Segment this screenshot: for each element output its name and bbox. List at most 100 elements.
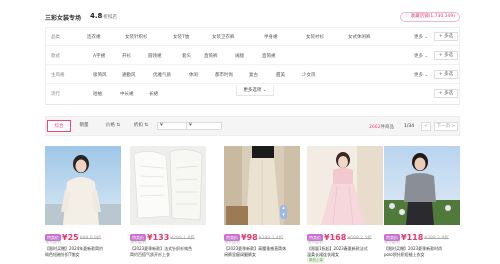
product-title[interactable]: 闲裤显瘦阔腿裤女 bbox=[224, 252, 256, 258]
filter-option[interactable]: 短袖 bbox=[93, 91, 102, 97]
next-page-button[interactable]: 下一页 > bbox=[434, 122, 458, 131]
sort-tab-sales[interactable]: 销量 bbox=[76, 120, 92, 132]
result-count: 2662件商品 bbox=[369, 125, 394, 130]
score-label: 折扣店 bbox=[103, 15, 117, 20]
filter-option[interactable]: 休闲 bbox=[189, 72, 198, 78]
product-title[interactable]: polo领针织短袖上衣女 bbox=[384, 252, 425, 258]
sort-tab-comprehensive[interactable]: 综合 bbox=[47, 120, 71, 132]
price-row: 特卖价 ¥118¥399 2.9折 bbox=[384, 227, 460, 242]
product-image[interactable] bbox=[384, 146, 460, 225]
filter-option[interactable]: 阔腿 bbox=[235, 53, 244, 59]
shop-header: 三彩女装专场 4.8折扣店 ♡ 收藏店铺(1,730,349) bbox=[40, 11, 462, 27]
sale-price: ¥98 bbox=[241, 233, 258, 242]
heart-icon: ♡ bbox=[404, 14, 409, 19]
filter-options: 连衣裙 女装针织衫 女装T恤 女装卫衣裤 半身裙 女装衬衫 女式休闲裤 bbox=[87, 34, 407, 42]
original-price: ¥399 2.4折 bbox=[258, 235, 284, 241]
filter-option[interactable]: 都市时尚 bbox=[215, 72, 233, 78]
sort-bar: 综合 销量 价格 ⇅ 折扣 ⇅ ¥ ¥ 2662件商品 1/34 < 下一页 > bbox=[45, 116, 460, 136]
filter-more-button[interactable]: 更多 ⌄ bbox=[414, 53, 428, 59]
filter-option[interactable]: 复古 bbox=[249, 72, 258, 78]
filter-option[interactable]: 甜美 bbox=[276, 72, 285, 78]
sort-tab-discount[interactable]: 折扣 ⇅ bbox=[129, 120, 153, 132]
result-count-number: 2662 bbox=[369, 125, 381, 130]
filter-option[interactable]: 中长裙 bbox=[120, 91, 134, 97]
product-card[interactable]: 特卖价 ¥118¥399 2.9折 领卡返利 【限时买赠】2023夏季新款时尚 p… bbox=[384, 146, 460, 262]
filter-multi-button[interactable]: + 多选 bbox=[434, 51, 458, 60]
filter-option[interactable]: 直筒裤 bbox=[204, 53, 218, 59]
filter-label: 主风格 bbox=[51, 73, 65, 78]
filter-option[interactable]: 半身裙 bbox=[264, 34, 278, 40]
original-price: ¥699 2.5折 bbox=[347, 235, 372, 241]
product-title[interactable]: 简约百搭气质开衫上衣 bbox=[130, 252, 170, 258]
filter-more-button[interactable]: 更多 ⌄ bbox=[414, 34, 428, 40]
filter-option[interactable]: 女装T恤 bbox=[173, 34, 189, 40]
score-value: 4.8 bbox=[90, 12, 103, 20]
promo-text: 领卡返利 bbox=[307, 239, 323, 244]
filter-option[interactable]: 女装针织衫 bbox=[125, 34, 148, 40]
price-max-input[interactable]: ¥ bbox=[186, 122, 222, 130]
original-price: ¥299 1.8折 bbox=[170, 235, 195, 241]
scroll-arrow-icon[interactable]: ▴ ▾ bbox=[280, 205, 287, 219]
filter-multi-button[interactable]: + 多选 bbox=[434, 70, 458, 79]
filter-option[interactable]: 少女风 bbox=[302, 72, 316, 78]
filter-option[interactable]: 优雅气质 bbox=[153, 72, 171, 78]
favorite-shop-button[interactable]: ♡ 收藏店铺(1,730,349) bbox=[399, 12, 460, 22]
promo-text: 领卡返利 bbox=[130, 239, 146, 244]
filter-option[interactable]: 长裙 bbox=[149, 91, 158, 97]
filter-option[interactable]: 极简风 bbox=[93, 72, 107, 78]
product-grid: 特卖价 ¥25¥99 0.9折 领卡返利 【限时买赠】2024年夏新款简约 纯色短… bbox=[45, 146, 460, 264]
filter-option[interactable]: 通勤风 bbox=[122, 72, 136, 78]
filter-row-main-style: 主风格 极简风 通勤风 优雅气质 休闲 都市时尚 复古 甜美 少女风 更多 ⌄ … bbox=[46, 66, 459, 84]
prev-page-button[interactable]: < bbox=[421, 122, 431, 131]
page-indicator: 1/34 bbox=[404, 124, 415, 129]
sale-price: ¥168 bbox=[324, 233, 347, 242]
filter-option[interactable]: 连衣裙 bbox=[87, 34, 101, 40]
favorite-label: 收藏店铺(1,730,349) bbox=[410, 14, 455, 19]
product-card[interactable]: 特卖价 ¥98¥399 2.4折 领卡返利 【2023夏季新款】高腰垂感直筒休 闲… bbox=[224, 146, 300, 262]
filter-multi-button[interactable]: + 多选 bbox=[434, 32, 458, 41]
filter-label: 流行 bbox=[51, 92, 60, 97]
product-image[interactable] bbox=[307, 146, 383, 225]
filter-row-category: 品类 连衣裙 女装针织衫 女装T恤 女装卫衣裤 半身裙 女装衬衫 女式休闲裤 更… bbox=[46, 28, 459, 46]
product-image[interactable] bbox=[224, 146, 300, 225]
filter-row-style: 款式 A字裙 开衫 圆领裙 套头 直筒裤 阔腿 直筒裙 更多 ⌄ + 多选 bbox=[46, 47, 459, 65]
filter-label: 款式 bbox=[51, 54, 60, 59]
filter-option[interactable]: 女装衬衫 bbox=[306, 34, 324, 40]
price-row: 特卖价 ¥133¥299 1.8折 bbox=[130, 227, 206, 242]
price-row: 特卖价 ¥98¥399 2.4折 bbox=[224, 227, 300, 242]
filter-option[interactable]: 套头 bbox=[182, 53, 191, 59]
product-title[interactable]: 纯色短袖针织T恤女 bbox=[45, 252, 79, 258]
sort-tab-price[interactable]: 价格 ⇅ bbox=[101, 120, 125, 132]
sale-price: ¥118 bbox=[401, 233, 424, 242]
filter-option[interactable]: 圆领裙 bbox=[148, 53, 162, 59]
product-image[interactable] bbox=[130, 146, 206, 225]
more-options-button[interactable]: 更多选项 ⌄ bbox=[236, 86, 274, 96]
shop-name[interactable]: 三彩女装专场 bbox=[45, 13, 81, 22]
price-row: 特卖价 ¥168¥699 2.5折 bbox=[307, 227, 383, 242]
page: 三彩女装专场 4.8折扣店 ♡ 收藏店铺(1,730,349) 品类 连衣裙 女装… bbox=[40, 8, 462, 264]
original-price: ¥99 0.9折 bbox=[79, 235, 102, 241]
filter-multi-button[interactable]: + 多选 bbox=[434, 89, 458, 98]
filter-label: 品类 bbox=[51, 35, 60, 40]
price-row: 特卖价 ¥25¥99 0.9折 bbox=[45, 227, 121, 242]
product-card[interactable]: 特卖价 ¥168¥699 2.5折 领卡返利 【限量1折起】2023春夏新款法式 … bbox=[307, 146, 383, 263]
filter-option[interactable]: 女装卫衣裤 bbox=[212, 34, 235, 40]
filter-options: A字裙 开衫 圆领裙 套头 直筒裤 阔腿 直筒裙 bbox=[87, 53, 407, 61]
filter-more-button[interactable]: 更多 ⌄ bbox=[414, 72, 428, 78]
filter-option[interactable]: 女式休闲裤 bbox=[348, 34, 371, 40]
filter-option[interactable]: 开衫 bbox=[122, 53, 131, 59]
original-price: ¥399 2.9折 bbox=[424, 235, 449, 241]
promo-text: 领卡返利 bbox=[45, 239, 61, 244]
promo-text: 领卡返利 bbox=[224, 239, 240, 244]
sale-price: ¥133 bbox=[147, 233, 170, 242]
new-arrival-badge: 新品上架 bbox=[307, 257, 325, 263]
product-card[interactable]: 特卖价 ¥133¥299 1.8折 领卡返利 【2023夏季新款】法式针织衫纯色 … bbox=[130, 146, 206, 262]
sale-price: ¥25 bbox=[62, 233, 79, 242]
shop-score: 4.8折扣店 bbox=[90, 12, 117, 20]
filter-option[interactable]: 直筒裙 bbox=[262, 53, 276, 59]
filter-options: 极简风 通勤风 优雅气质 休闲 都市时尚 复古 甜美 少女风 bbox=[87, 72, 407, 80]
product-image[interactable] bbox=[45, 146, 121, 225]
filter-option[interactable]: A字裙 bbox=[93, 53, 105, 59]
product-card[interactable]: 特卖价 ¥25¥99 0.9折 领卡返利 【限时买赠】2024年夏新款简约 纯色短… bbox=[45, 146, 121, 262]
promo-text: 领卡返利 bbox=[384, 239, 400, 244]
